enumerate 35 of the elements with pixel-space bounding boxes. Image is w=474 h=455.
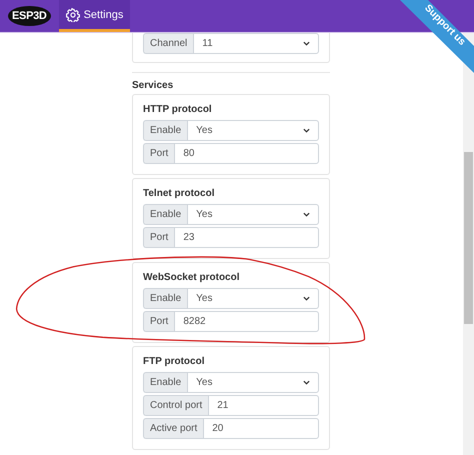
- chevron-icon: [303, 128, 310, 133]
- scrollbar[interactable]: [463, 33, 474, 455]
- card-title: WebSocket protocol: [143, 272, 240, 283]
- field-label: Enable: [143, 204, 188, 225]
- input-field[interactable]: 20: [203, 418, 319, 439]
- field-label: Control port: [143, 395, 208, 416]
- input-field[interactable]: 23: [174, 227, 319, 248]
- select-field[interactable]: Yes: [187, 120, 319, 141]
- field-label: Port: [143, 143, 174, 164]
- field-label: Port: [143, 311, 174, 332]
- card-title: FTP protocol: [143, 356, 206, 367]
- card-title: Telnet protocol: [143, 188, 216, 199]
- settings-icon: [66, 8, 80, 22]
- chevron-icon: [303, 380, 310, 385]
- field-label: Enable: [143, 120, 188, 141]
- logo[interactable]: ESP3D: [8, 6, 51, 26]
- field-label: Enable: [143, 372, 188, 393]
- input-field[interactable]: 80: [174, 143, 319, 164]
- field-label: Port: [143, 227, 174, 248]
- settings-tab[interactable]: Settings: [58, 0, 130, 32]
- select-field[interactable]: Yes: [187, 288, 319, 309]
- chevron-icon: [303, 41, 310, 46]
- scroll-thumb[interactable]: [464, 152, 473, 324]
- select-field[interactable]: Yes: [187, 372, 319, 393]
- select-field[interactable]: 11: [193, 33, 319, 54]
- input-field[interactable]: 21: [208, 395, 319, 416]
- select-field[interactable]: Yes: [187, 204, 319, 225]
- chevron-icon: [303, 296, 310, 301]
- card-title: HTTP protocol: [143, 104, 213, 115]
- field-label: Channel: [143, 33, 194, 54]
- chevron-icon: [303, 212, 310, 217]
- field-label: Active port: [143, 418, 204, 439]
- section-title: Services: [132, 80, 174, 91]
- input-field[interactable]: 8282: [174, 311, 319, 332]
- field-label: Enable: [143, 288, 188, 309]
